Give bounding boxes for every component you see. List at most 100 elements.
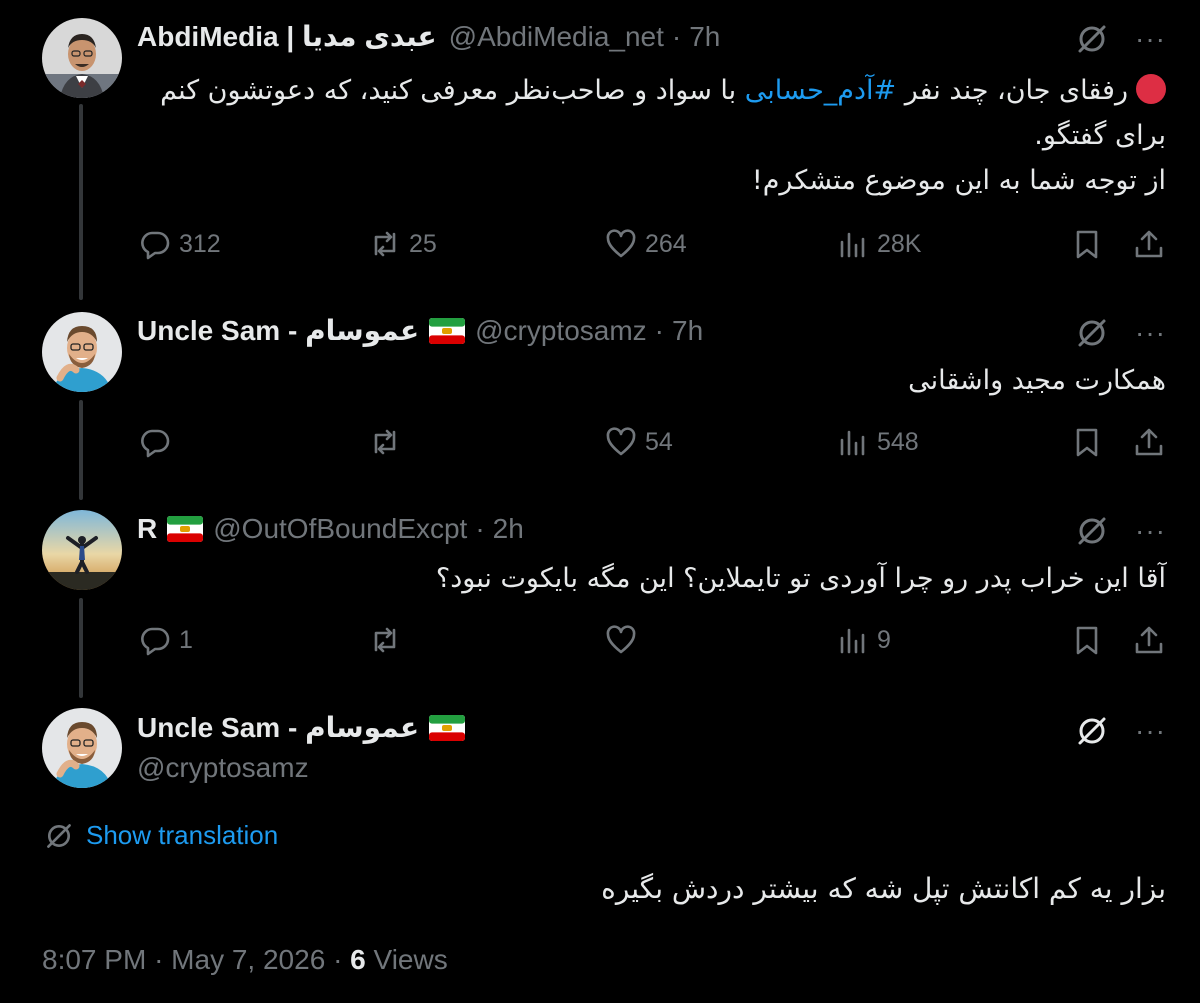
- views-icon: [840, 628, 865, 654]
- share-button[interactable]: [1133, 228, 1165, 260]
- bookmark-button[interactable]: [1071, 228, 1103, 260]
- tweet-text: رفقای جان، چند نفر #آدم_حسابی با سواد و …: [126, 68, 1166, 203]
- display-name[interactable]: AbdiMedia | عبدی مدیا: [137, 19, 437, 55]
- repost-icon: [374, 231, 396, 257]
- show-translation-link[interactable]: Show translation: [86, 820, 278, 851]
- more-icon[interactable]: ···: [1135, 25, 1166, 53]
- grok-icon[interactable]: [1075, 714, 1109, 748]
- tweet-time[interactable]: 8:07 PM: [42, 944, 146, 975]
- avatar[interactable]: [42, 18, 122, 98]
- like-button[interactable]: 264: [605, 228, 687, 260]
- like-count: 264: [645, 229, 687, 258]
- more-icon[interactable]: ···: [1135, 517, 1166, 545]
- tweet-text: آقا این خراب پدر رو چرا آوردی تو تایملای…: [435, 563, 1166, 594]
- reply-count: 1: [179, 625, 193, 654]
- grok-icon[interactable]: [1075, 22, 1109, 56]
- views-icon: [840, 430, 865, 456]
- repost-icon: [374, 429, 396, 455]
- more-icon[interactable]: ···: [1135, 717, 1166, 745]
- reply-button[interactable]: 1: [139, 624, 193, 656]
- reply-icon: [141, 231, 170, 260]
- like-button[interactable]: [605, 624, 645, 656]
- tweet-header-icons: ···: [1075, 514, 1166, 548]
- views-button[interactable]: 28K: [837, 228, 921, 260]
- views-icon: [840, 232, 865, 258]
- red-circle-emoji: [1136, 73, 1166, 104]
- tweet-header: R @OutOfBoundExcpt · 2h: [137, 511, 524, 547]
- repost-count: 25: [409, 229, 437, 258]
- like-icon: [606, 625, 636, 654]
- like-button[interactable]: 54: [605, 426, 673, 458]
- views-count: 28K: [877, 229, 922, 258]
- separator-dot: ·: [154, 944, 164, 975]
- tweet-header-icons: ···: [1075, 316, 1166, 350]
- separator-dot: ·: [654, 315, 664, 346]
- views-button[interactable]: 548: [837, 426, 919, 458]
- tweet-header-icons: ···: [1075, 714, 1166, 748]
- timestamp[interactable]: 7h: [689, 19, 720, 55]
- translation-row: Show translation: [44, 820, 278, 851]
- iran-flag-icon: [429, 318, 466, 344]
- avatar[interactable]: [42, 510, 122, 590]
- action-bar: 54 548: [137, 426, 1167, 466]
- separator-dot: ·: [475, 513, 485, 544]
- repost-button[interactable]: 25: [369, 228, 437, 260]
- handle[interactable]: @AbdiMedia_net: [449, 19, 664, 55]
- display-name[interactable]: Uncle Sam - عموسام: [137, 710, 419, 746]
- share-icon: [1135, 230, 1163, 258]
- avatar[interactable]: [42, 312, 122, 392]
- timestamp[interactable]: 2h: [493, 511, 524, 547]
- iran-flag-icon: [167, 516, 204, 542]
- views-button[interactable]: 9: [837, 624, 891, 656]
- action-bar: 1 9: [137, 624, 1167, 664]
- iran-flag-icon: [429, 715, 466, 741]
- views-count: 548: [877, 427, 919, 456]
- reply-button[interactable]: [139, 426, 179, 458]
- share-icon: [1135, 428, 1163, 456]
- like-icon: [606, 229, 636, 258]
- repost-icon: [374, 627, 396, 653]
- tweet-text-part: رفقای جان، چند نفر: [896, 75, 1128, 106]
- reply-icon: [141, 429, 170, 458]
- share-button[interactable]: [1133, 624, 1165, 656]
- tweet-header: Uncle Sam - عموسام: [137, 710, 475, 746]
- thread-line: [79, 598, 83, 698]
- more-icon[interactable]: ···: [1135, 319, 1166, 347]
- handle-row: @cryptosamz: [137, 750, 309, 786]
- thread-line: [79, 400, 83, 500]
- share-button[interactable]: [1133, 426, 1165, 458]
- display-name[interactable]: R: [137, 511, 157, 547]
- reply-count: 312: [179, 229, 221, 258]
- grok-icon[interactable]: [1075, 514, 1109, 548]
- avatar[interactable]: [42, 708, 122, 788]
- reply-button[interactable]: 312: [139, 228, 221, 260]
- handle[interactable]: @OutOfBoundExcpt: [213, 511, 467, 547]
- bookmark-icon: [1076, 230, 1098, 259]
- separator-dot: ·: [671, 21, 682, 52]
- tweet-thread: AbdiMedia | عبدی مدیا @AbdiMedia_net · 7…: [0, 0, 1200, 1003]
- tweet-text-line: از توجه شما به این موضوع متشکرم!: [751, 165, 1166, 196]
- tweet-meta: 8:07 PM · May 7, 2026 · 6 Views: [42, 944, 448, 976]
- tweet-header: AbdiMedia | عبدی مدیا @AbdiMedia_net · 7…: [137, 19, 720, 55]
- like-count: 54: [645, 427, 673, 456]
- repost-button[interactable]: [369, 426, 409, 458]
- action-bar: 312 25 264 28K: [137, 228, 1167, 268]
- grok-icon[interactable]: [1075, 316, 1109, 350]
- views-label: Views: [373, 944, 448, 975]
- tweet-text: همکارت مجید واشقانی: [908, 365, 1166, 396]
- tweet-date[interactable]: May 7, 2026: [171, 944, 325, 975]
- thread-line: [79, 104, 83, 300]
- repost-button[interactable]: [369, 624, 409, 656]
- hashtag-link[interactable]: #آدم_حسابی: [745, 75, 896, 106]
- timestamp[interactable]: 7h: [672, 313, 703, 349]
- handle[interactable]: @cryptosamz: [137, 750, 309, 786]
- bookmark-button[interactable]: [1071, 426, 1103, 458]
- tweet-header: Uncle Sam - عموسام @cryptosamz · 7h: [137, 313, 703, 349]
- display-name[interactable]: Uncle Sam - عموسام: [137, 313, 419, 349]
- separator-dot: ·: [333, 944, 343, 975]
- handle[interactable]: @cryptosamz: [475, 313, 647, 349]
- views-count: 6: [350, 944, 366, 975]
- like-icon: [606, 427, 636, 456]
- bookmark-button[interactable]: [1071, 624, 1103, 656]
- bookmark-icon: [1076, 626, 1098, 655]
